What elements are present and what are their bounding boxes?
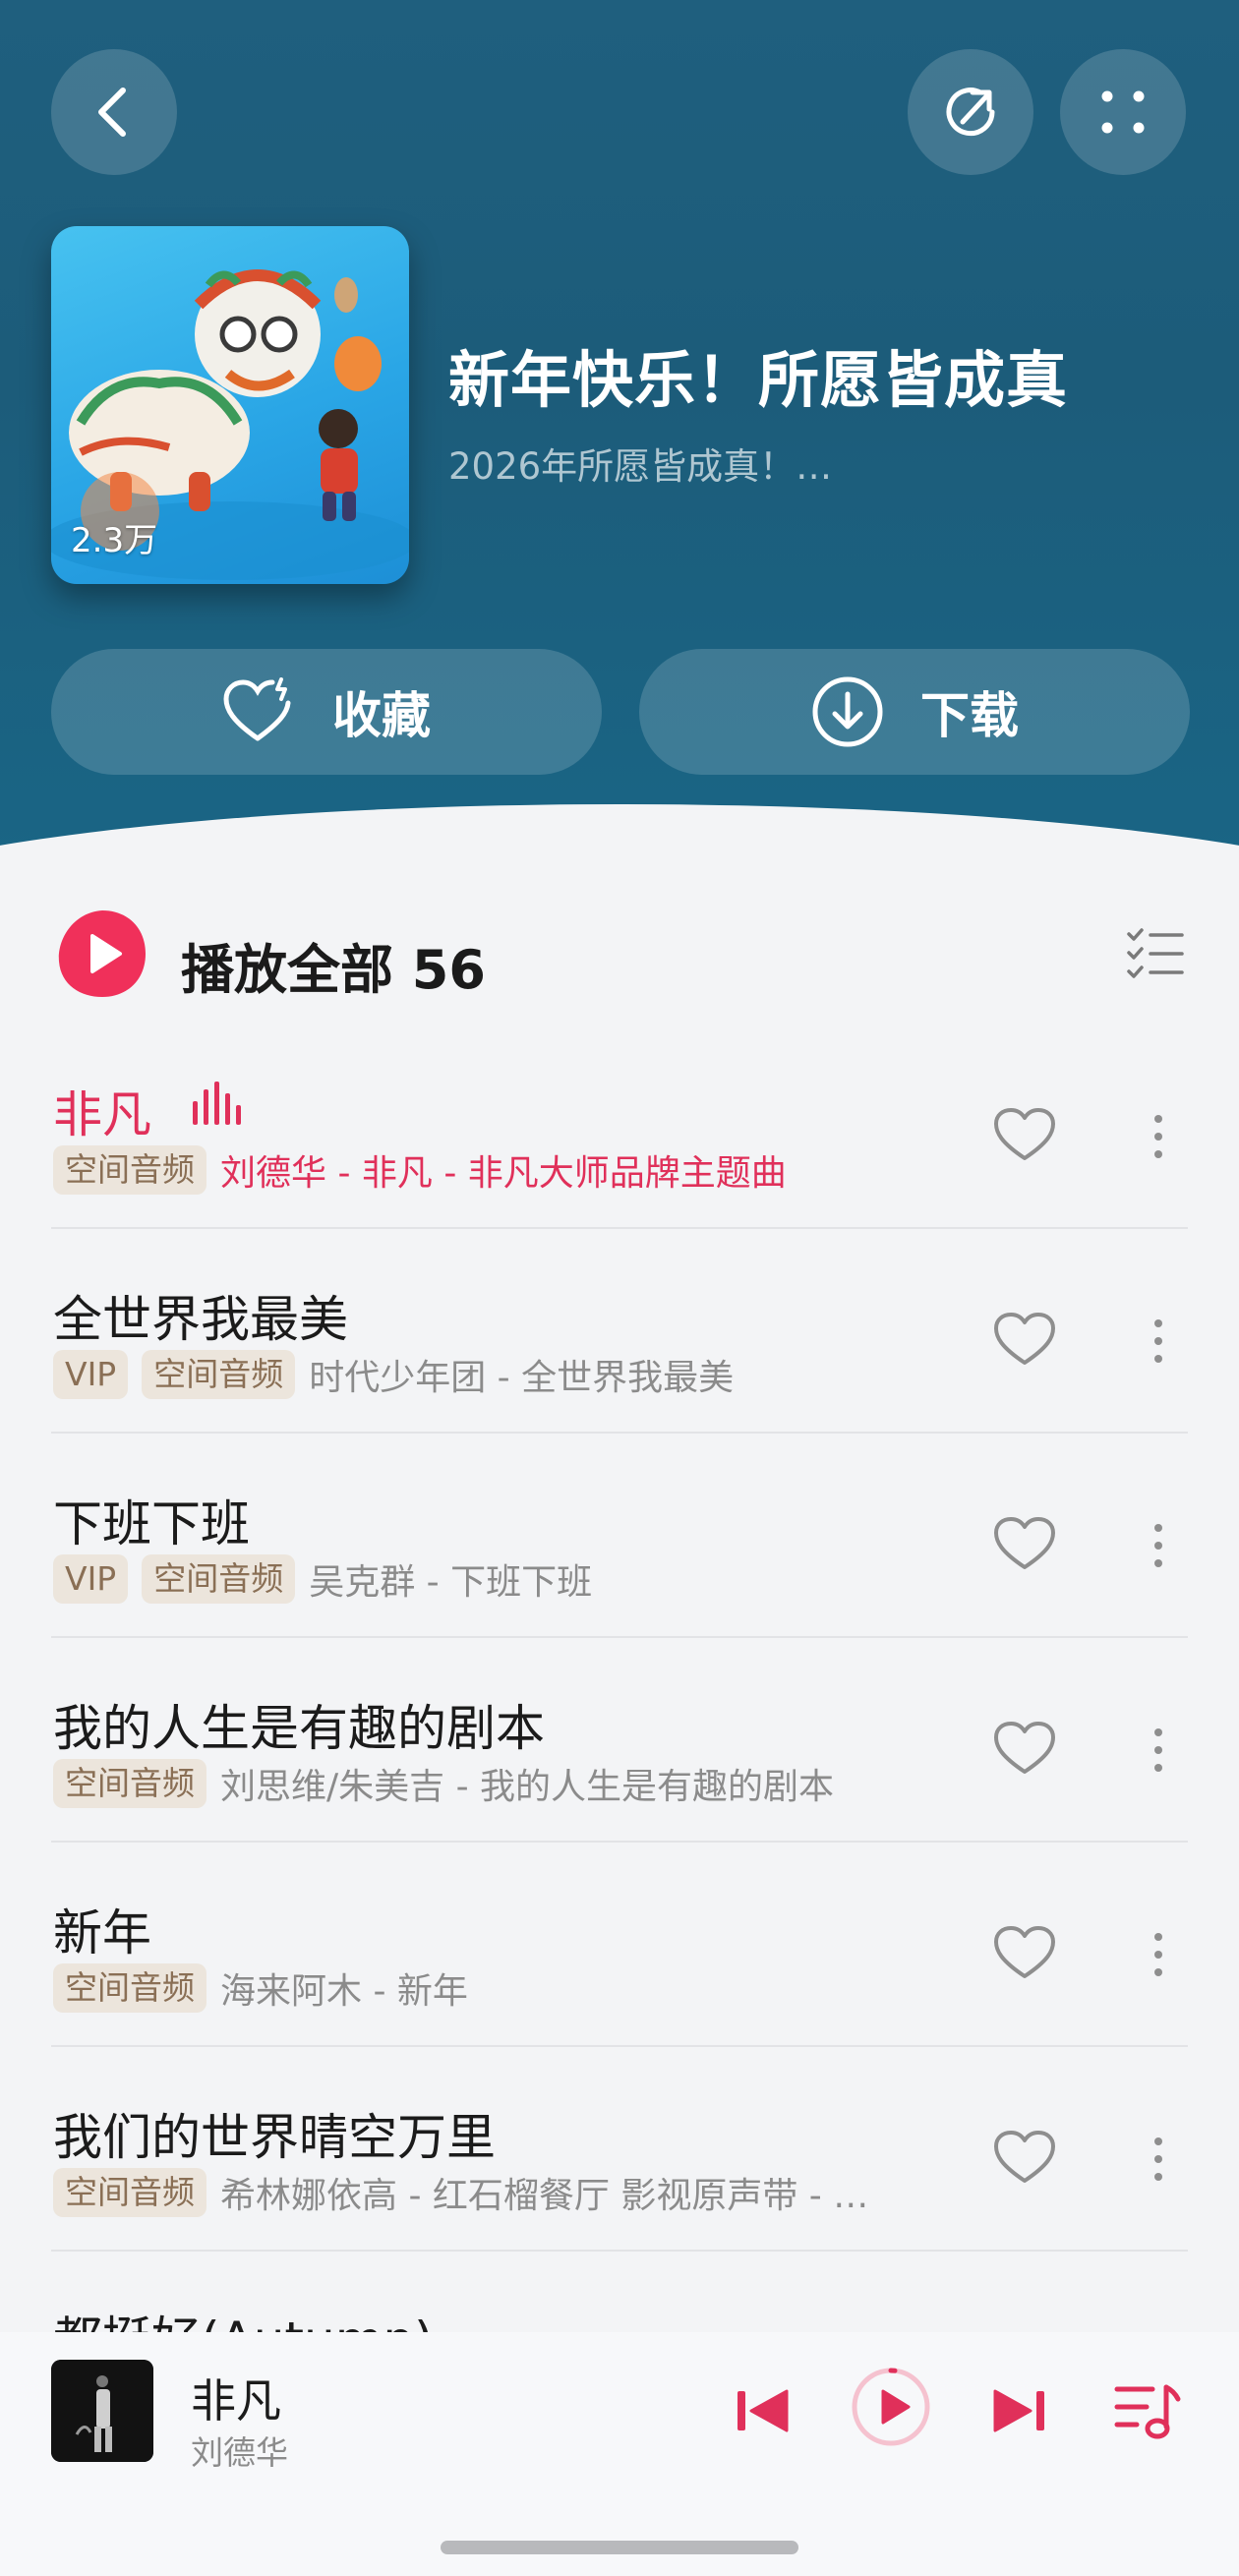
- spatial-audio-badge: 空间音频: [53, 1963, 206, 2013]
- song-title: 我们的世界晴空万里: [53, 2109, 496, 2166]
- back-button[interactable]: [51, 49, 177, 175]
- song-title: 下班下班: [53, 1495, 250, 1552]
- song-artist-album: 刘思维/朱美吉 - 我的人生是有趣的剧本: [220, 1767, 835, 1807]
- spatial-audio-badge: 空间音频: [142, 1350, 296, 1399]
- song-meta: 空间音频 希林娜依高 - 红石榴餐厅 影视原声带 - …: [53, 2167, 868, 2218]
- now-playing-artist: 刘德华: [191, 2433, 288, 2472]
- song-row[interactable]: 我的人生是有趣的剧本 空间音频 刘思维/朱美吉 - 我的人生是有趣的剧本: [51, 1638, 1188, 1843]
- song-title: 新年: [53, 1904, 151, 1961]
- song-row[interactable]: 全世界我最美 VIP 空间音频 时代少年团 - 全世界我最美: [51, 1229, 1188, 1434]
- song-meta: 空间音频 刘思维/朱美吉 - 我的人生是有趣的剧本: [53, 1758, 834, 1809]
- previous-track-icon[interactable]: [734, 2383, 793, 2438]
- song-more-icon[interactable]: [1149, 1727, 1168, 1774]
- song-more-icon[interactable]: [1149, 1931, 1168, 1978]
- song-row[interactable]: 非凡 空间音频 刘德华 - 非凡 - 非凡大师品牌主题曲: [51, 1025, 1188, 1229]
- song-row[interactable]: 下班下班 VIP 空间音频 吴克群 - 下班下班: [51, 1434, 1188, 1638]
- share-icon: [946, 88, 995, 137]
- like-heart-icon[interactable]: [993, 2130, 1056, 2187]
- vip-badge: VIP: [53, 1554, 129, 1604]
- now-playing-title: 非凡: [191, 2374, 281, 2428]
- home-indicator[interactable]: [441, 2541, 798, 2554]
- spatial-audio-badge: 空间音频: [53, 1145, 206, 1195]
- more-button[interactable]: [1060, 49, 1186, 175]
- playlist-description[interactable]: 2026年所愿皆成真！…: [448, 437, 832, 490]
- artwork-image: [51, 2360, 153, 2462]
- song-row[interactable]: 新年 空间音频 海来阿木 - 新年: [51, 1843, 1188, 2047]
- favorite-button[interactable]: 收藏: [51, 649, 602, 775]
- multi-select-icon[interactable]: [1125, 924, 1186, 983]
- playlist-title: 新年快乐！所愿皆成真: [448, 344, 1069, 416]
- download-button[interactable]: 下载: [639, 649, 1190, 775]
- download-icon: [812, 676, 883, 747]
- next-track-icon[interactable]: [989, 2383, 1048, 2438]
- like-heart-icon[interactable]: [993, 1312, 1056, 1369]
- song-meta: 空间音频 海来阿木 - 新年: [53, 1962, 468, 2014]
- song-artist-album: 刘德华 - 非凡 - 非凡大师品牌主题曲: [220, 1153, 787, 1194]
- playing-equalizer-icon: [193, 1082, 241, 1125]
- song-title: 非凡: [53, 1086, 151, 1143]
- mini-player[interactable]: 非凡 刘德华: [0, 2332, 1239, 2576]
- playlist-header: 2.3万 新年快乐！所愿皆成真 2026年所愿皆成真！… 收藏 下载: [0, 0, 1239, 855]
- spatial-audio-badge: 空间音频: [53, 2168, 206, 2217]
- play-all-icon[interactable]: [55, 907, 149, 1001]
- spatial-audio-badge: 空间音频: [142, 1554, 296, 1604]
- spatial-audio-badge: 空间音频: [53, 1759, 206, 1808]
- song-title: 全世界我最美: [53, 1291, 348, 1348]
- favorite-label: 收藏: [332, 687, 431, 744]
- song-more-icon[interactable]: [1149, 2136, 1168, 2183]
- more-grid-icon: [1101, 90, 1145, 134]
- like-heart-icon[interactable]: [993, 1925, 1056, 1982]
- song-meta: VIP 空间音频 吴克群 - 下班下班: [53, 1553, 592, 1605]
- share-button[interactable]: [908, 49, 1033, 175]
- song-title: 我的人生是有趣的剧本: [53, 1700, 545, 1757]
- song-meta: VIP 空间音频 时代少年团 - 全世界我最美: [53, 1349, 734, 1400]
- song-more-icon[interactable]: [1149, 1113, 1168, 1160]
- playlist-cover[interactable]: 2.3万: [51, 226, 409, 584]
- download-label: 下载: [920, 687, 1019, 744]
- chevron-left-icon: [98, 88, 126, 137]
- song-artist-album: 吴克群 - 下班下班: [309, 1562, 593, 1603]
- header-curve: [0, 804, 1239, 855]
- vip-badge: VIP: [53, 1350, 129, 1399]
- song-meta: 空间音频 刘德华 - 非凡 - 非凡大师品牌主题曲: [53, 1144, 787, 1196]
- song-list: 非凡 空间音频 刘德华 - 非凡 - 非凡大师品牌主题曲 全世界我最美 VIP 空间音频时…: [0, 1025, 1239, 2252]
- like-heart-icon[interactable]: [993, 1516, 1056, 1573]
- song-more-icon[interactable]: [1149, 1522, 1168, 1569]
- play-pause-button[interactable]: [850, 2366, 932, 2448]
- playlist-queue-icon[interactable]: [1113, 2381, 1182, 2442]
- play-all-label[interactable]: 播放全部 56: [181, 926, 486, 1004]
- heart-add-icon: [223, 677, 291, 741]
- song-artist-album: 海来阿木 - 新年: [220, 1971, 468, 2012]
- like-heart-icon[interactable]: [993, 1107, 1056, 1164]
- song-row[interactable]: 我们的世界晴空万里 空间音频 希林娜依高 - 红石榴餐厅 影视原声带 - …: [51, 2047, 1188, 2252]
- like-heart-icon[interactable]: [993, 1721, 1056, 1778]
- play-count: 2.3万: [71, 521, 158, 560]
- song-artist-album: 时代少年团 - 全世界我最美: [309, 1358, 735, 1398]
- song-more-icon[interactable]: [1149, 1317, 1168, 1365]
- now-playing-artwork[interactable]: [51, 2360, 153, 2462]
- song-artist-album: 希林娜依高 - 红石榴餐厅 影视原声带 - …: [220, 2176, 869, 2216]
